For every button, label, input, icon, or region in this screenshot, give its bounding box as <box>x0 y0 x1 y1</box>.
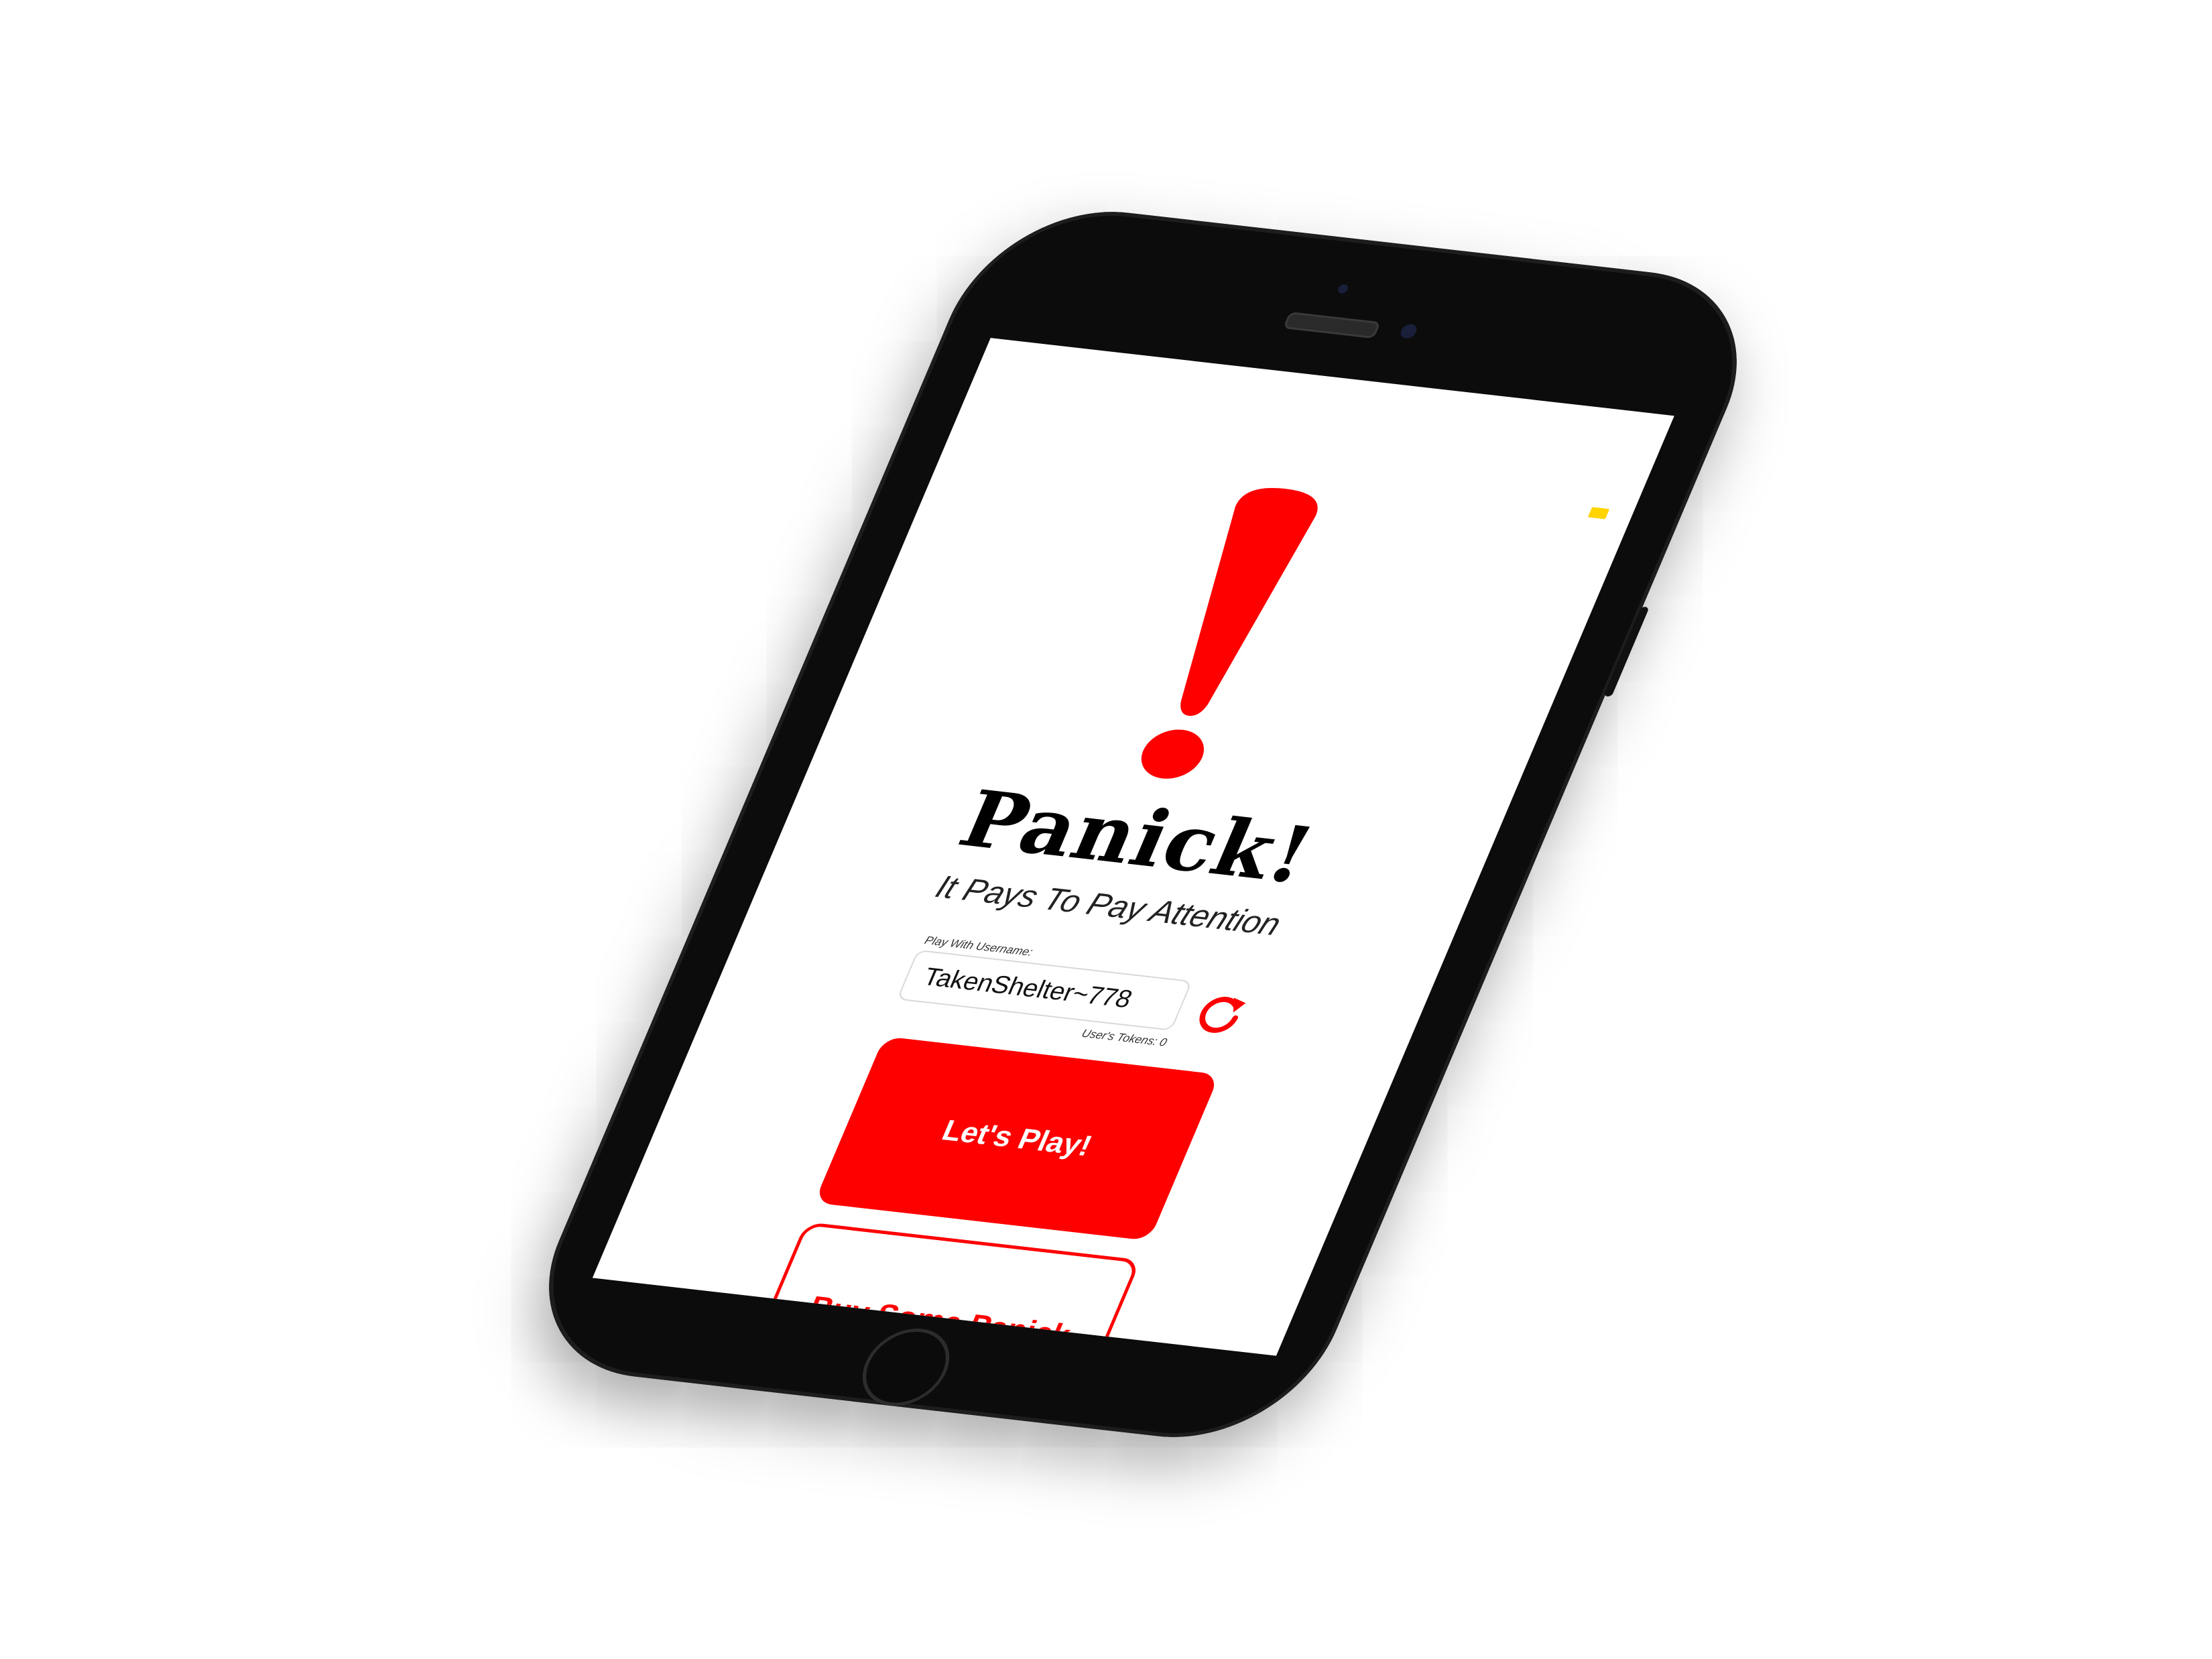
refresh-icon[interactable] <box>1188 989 1253 1040</box>
side-button <box>1603 606 1650 697</box>
front-camera <box>1398 323 1419 339</box>
phone-device: Panick! It Pays To Pay Attention Play Wi… <box>507 198 1778 1451</box>
earpiece-speaker <box>1282 311 1381 339</box>
lets-play-button[interactable]: Let's Play! <box>814 1036 1220 1241</box>
exclamation-dot <box>1141 729 1205 779</box>
phone-screen: Panick! It Pays To Pay Attention Play Wi… <box>592 338 1674 1356</box>
status-indicator <box>1587 507 1610 519</box>
exclamation-stroke <box>1180 488 1318 716</box>
proximity-sensor <box>1336 284 1350 294</box>
home-button[interactable] <box>849 1324 963 1410</box>
exclamation-mark-icon <box>1141 488 1318 779</box>
